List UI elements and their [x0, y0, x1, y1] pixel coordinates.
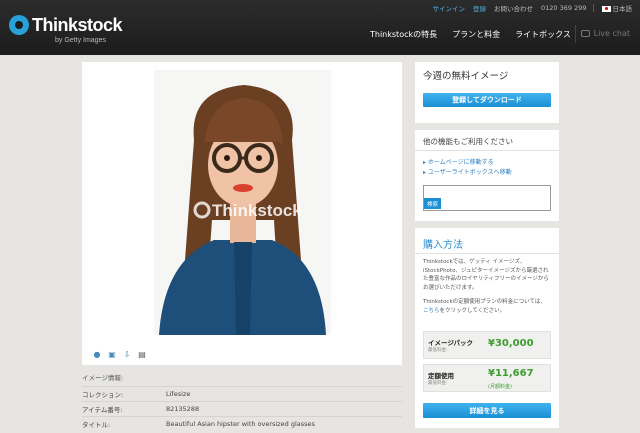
- price-label: 定額使用: [428, 372, 454, 380]
- divider: [575, 25, 576, 43]
- price-label: イメージパック: [428, 339, 473, 347]
- price-value: ¥11,667: [488, 368, 534, 379]
- price-sub: 最低料金:: [428, 348, 448, 353]
- nav-lightbox[interactable]: ライトボックス: [515, 29, 571, 40]
- image-info: イメージ情報: コレクション: Lifesize アイテム番号: 8213528…: [82, 372, 402, 431]
- home-link-label: ホームページに移動する: [427, 159, 494, 166]
- other-features-title: 他の機能もご利用ください: [423, 137, 513, 146]
- subscription-price[interactable]: 定額使用 最低料金: ¥11,667 (月額料金): [423, 364, 551, 392]
- zoom-icon[interactable]: ▣: [107, 349, 117, 359]
- divider: [592, 4, 594, 12]
- language-selector[interactable]: 日本語: [601, 3, 633, 13]
- image-panel: Thinkstock ● ▣ ⇩ ▤: [82, 62, 402, 365]
- info-value: 82135288: [166, 405, 200, 413]
- price-note: (月額料金): [488, 384, 512, 390]
- price-value: ¥30,000: [488, 338, 534, 349]
- info-row: コレクション: Lifesize: [82, 386, 402, 401]
- portrait-illustration: Thinkstock: [154, 70, 331, 335]
- image-tools: ● ▣ ⇩ ▤: [92, 349, 152, 359]
- pricing-here-link[interactable]: こちら: [423, 308, 440, 314]
- phone-number: 0120 369 299: [541, 4, 587, 12]
- info-value: Lifesize: [166, 390, 191, 398]
- search-input[interactable]: [423, 185, 551, 211]
- lightbox-link-label: ユーザーライトボックスへ移動: [427, 169, 512, 176]
- free-image-box: 今週の無料イメージ 登録してダウンロード: [415, 62, 559, 123]
- purchase-description: Thinkstockでは、ゲッティ イメージズ、iStockPhoto、ジュピタ…: [423, 259, 549, 291]
- other-features-box: 他の機能もご利用ください ▸ ホームページに移動する ▸ ユーザーライトボックス…: [415, 130, 559, 221]
- purchase-title: 購入方法: [423, 240, 463, 251]
- register-download-button[interactable]: 登録してダウンロード: [423, 93, 551, 107]
- main-nav: Thinkstockの特長 プランと料金 ライトボックス: [370, 29, 586, 40]
- pricing-note: Thinkstockの定額使用プランの料金については、こちらをクリックしてくださ…: [423, 298, 551, 315]
- signin-link[interactable]: サインイン: [433, 3, 466, 13]
- info-key: タイトル:: [82, 421, 111, 429]
- nav-features[interactable]: Thinkstockの特長: [370, 29, 437, 40]
- nav-pricing[interactable]: プランと料金: [452, 29, 500, 40]
- live-chat-button[interactable]: Live chat: [580, 29, 630, 38]
- divider: [415, 150, 559, 151]
- info-row: アイテム番号: 82135288: [82, 401, 402, 416]
- divider: [415, 253, 559, 254]
- info-key: アイテム番号:: [82, 406, 123, 414]
- site-header: Thinkstock by Getty Images サインイン 登録 お問い合…: [0, 0, 640, 55]
- japan-flag-icon: [601, 6, 611, 12]
- language-label: 日本語: [612, 5, 633, 13]
- purchase-box: 購入方法 Thinkstockでは、ゲッティ イメージズ、iStockPhoto…: [415, 228, 559, 428]
- register-link[interactable]: 登録: [473, 3, 486, 13]
- thinkstock-logo[interactable]: Thinkstock: [9, 15, 123, 35]
- search-button[interactable]: 検索: [424, 198, 441, 209]
- home-link[interactable]: ▸ ホームページに移動する: [423, 157, 494, 166]
- utility-bar: サインイン 登録 お問い合わせ 0120 369 299 日本語: [425, 3, 633, 13]
- logo-text: Thinkstock: [32, 15, 123, 35]
- watermark: Thinkstock: [212, 201, 302, 220]
- pricing-note-text: Thinkstockの定額使用プランの料金については、: [423, 299, 546, 305]
- chat-icon: [580, 30, 590, 37]
- light-bulb-icon[interactable]: ●: [92, 349, 102, 359]
- free-image-title: 今週の無料イメージ: [423, 71, 509, 82]
- logo-mark-icon: [9, 15, 29, 35]
- logo-subtitle: by Getty Images: [55, 37, 106, 44]
- info-value: Beautiful Asian hipster with oversized g…: [166, 420, 315, 428]
- price-sub: 最低料金:: [428, 381, 448, 386]
- details-button[interactable]: 詳細を見る: [423, 403, 551, 418]
- print-icon[interactable]: ▤: [137, 349, 147, 359]
- pricing-note-text-end: をクリックしてください。: [439, 307, 506, 314]
- info-row: タイトル: Beautiful Asian hipster with overs…: [82, 416, 402, 431]
- image-info-title: イメージ情報:: [82, 374, 124, 382]
- lightbox-link[interactable]: ▸ ユーザーライトボックスへ移動: [423, 167, 512, 176]
- download-icon[interactable]: ⇩: [122, 349, 132, 359]
- live-chat-label: Live chat: [593, 29, 630, 38]
- image-pack-price[interactable]: イメージパック 最低料金: ¥30,000: [423, 331, 551, 359]
- contact-link[interactable]: お問い合わせ: [494, 3, 533, 13]
- stock-photo[interactable]: Thinkstock: [154, 70, 331, 335]
- info-key: コレクション:: [82, 391, 124, 399]
